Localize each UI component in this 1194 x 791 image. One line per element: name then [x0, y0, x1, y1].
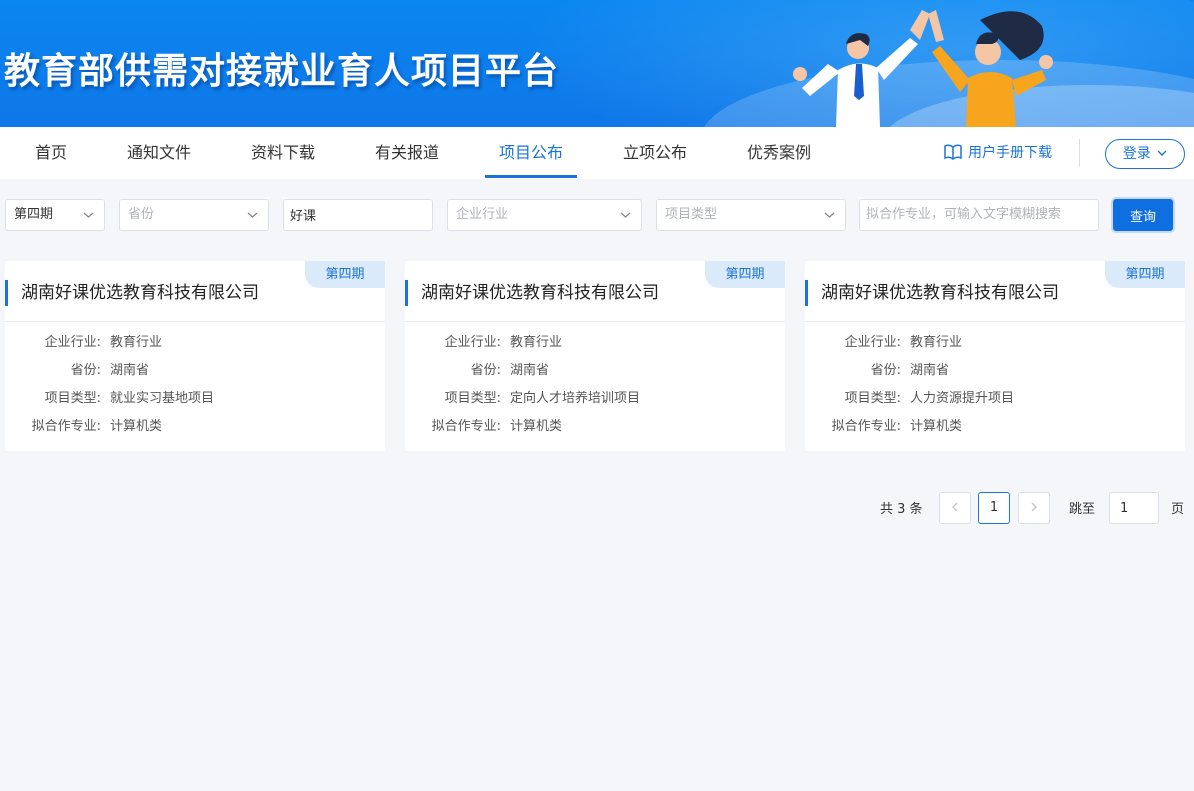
- title-accent-bar: [805, 280, 808, 306]
- site-title: 教育部供需对接就业育人项目平台: [4, 51, 560, 92]
- nav-home[interactable]: 首页: [35, 127, 67, 179]
- chevron-down-icon: [620, 212, 631, 218]
- book-icon: [944, 144, 962, 160]
- card-divider: [805, 321, 1185, 322]
- major-value: 计算机类: [910, 419, 963, 434]
- province-value: 湖南省: [510, 363, 550, 378]
- industry-value: 教育行业: [510, 335, 563, 350]
- nav-approval-announce[interactable]: 立项公布: [623, 127, 687, 179]
- project-type-select-placeholder: 项目类型: [665, 207, 718, 222]
- chevron-down-icon: [247, 212, 258, 218]
- project-card[interactable]: 第四期 湖南好课优选教育科技有限公司 企业行业: 教育行业 省份: 湖南省 项目…: [405, 261, 785, 451]
- major-field[interactable]: [859, 199, 1099, 231]
- major-value: 计算机类: [110, 419, 163, 434]
- industry-label: 企业行业:: [44, 335, 101, 350]
- chevron-right-icon: [1031, 502, 1037, 512]
- project-type-value: 定向人才培养培训项目: [510, 391, 641, 406]
- industry-label: 企业行业:: [844, 335, 901, 350]
- title-accent-bar: [5, 280, 8, 306]
- card-divider: [405, 321, 785, 322]
- province-label: 省份:: [70, 363, 101, 378]
- main-nav: 首页 通知文件 资料下载 有关报道 项目公布 立项公布 优秀案例 用户手册下载 …: [0, 127, 1194, 179]
- industry-select[interactable]: 企业行业: [447, 199, 642, 231]
- project-type-value: 人力资源提升项目: [910, 391, 1015, 406]
- major-value: 计算机类: [510, 419, 563, 434]
- company-name[interactable]: 湖南好课优选教育科技有限公司: [421, 280, 659, 306]
- chevron-down-icon: [1157, 150, 1167, 156]
- nav-best-cases[interactable]: 优秀案例: [747, 127, 811, 179]
- jump-page-input[interactable]: [1109, 492, 1159, 524]
- project-type-label: 项目类型:: [844, 391, 901, 406]
- manual-download-label: 用户手册下载: [968, 145, 1052, 161]
- project-card[interactable]: 第四期 湖南好课优选教育科技有限公司 企业行业: 教育行业 省份: 湖南省 项目…: [5, 261, 385, 451]
- province-select-placeholder: 省份: [128, 207, 155, 222]
- project-type-label: 项目类型:: [44, 391, 101, 406]
- prev-page-button[interactable]: [939, 492, 971, 524]
- province-value: 湖南省: [910, 363, 950, 378]
- period-badge: 第四期: [305, 261, 385, 288]
- page-unit-label: 页: [1171, 502, 1185, 517]
- period-badge: 第四期: [705, 261, 785, 288]
- nav-notices[interactable]: 通知文件: [127, 127, 191, 179]
- company-name[interactable]: 湖南好课优选教育科技有限公司: [821, 280, 1059, 306]
- header-banner: 教育部供需对接就业育人项目平台: [0, 0, 1194, 127]
- chevron-down-icon: [824, 212, 835, 218]
- keyword-input[interactable]: [290, 200, 432, 228]
- period-select[interactable]: 第四期: [5, 199, 105, 231]
- keyword-field[interactable]: [283, 199, 433, 231]
- period-badge: 第四期: [1105, 261, 1185, 288]
- jump-to-label: 跳至: [1069, 502, 1096, 517]
- card-divider: [5, 321, 385, 322]
- next-page-button[interactable]: [1018, 492, 1050, 524]
- pagination-total: 共 3 条: [880, 502, 923, 517]
- chevron-down-icon: [83, 212, 94, 218]
- nav-downloads[interactable]: 资料下载: [251, 127, 315, 179]
- province-select[interactable]: 省份: [119, 199, 269, 231]
- major-label: 拟合作专业:: [431, 419, 501, 434]
- major-search-input[interactable]: [866, 200, 1098, 229]
- page-number-button[interactable]: 1: [978, 492, 1010, 524]
- province-label: 省份:: [870, 363, 901, 378]
- login-label: 登录: [1122, 146, 1151, 162]
- query-button[interactable]: 查询: [1113, 199, 1173, 231]
- chevron-left-icon: [952, 502, 958, 512]
- project-type-value: 就业实习基地项目: [110, 391, 215, 406]
- manual-download-link[interactable]: 用户手册下载: [944, 127, 1052, 179]
- login-button[interactable]: 登录: [1105, 139, 1185, 169]
- project-card[interactable]: 第四期 湖南好课优选教育科技有限公司 企业行业: 教育行业 省份: 湖南省 项目…: [805, 261, 1185, 451]
- nav-project-announce[interactable]: 项目公布: [499, 127, 563, 179]
- nav-reports[interactable]: 有关报道: [375, 127, 439, 179]
- industry-value: 教育行业: [910, 335, 963, 350]
- major-label: 拟合作专业:: [31, 419, 101, 434]
- industry-value: 教育行业: [110, 335, 163, 350]
- company-name[interactable]: 湖南好课优选教育科技有限公司: [21, 280, 259, 306]
- major-label: 拟合作专业:: [831, 419, 901, 434]
- province-label: 省份:: [470, 363, 501, 378]
- period-select-value: 第四期: [14, 207, 54, 222]
- project-type-label: 项目类型:: [444, 391, 501, 406]
- nav-divider: [1079, 139, 1080, 167]
- industry-select-placeholder: 企业行业: [456, 207, 509, 222]
- project-type-select[interactable]: 项目类型: [656, 199, 846, 231]
- province-value: 湖南省: [110, 363, 150, 378]
- title-accent-bar: [405, 280, 408, 306]
- nav-active-indicator: [485, 175, 577, 178]
- high-five-illustration: [793, 10, 1053, 127]
- industry-label: 企业行业:: [444, 335, 501, 350]
